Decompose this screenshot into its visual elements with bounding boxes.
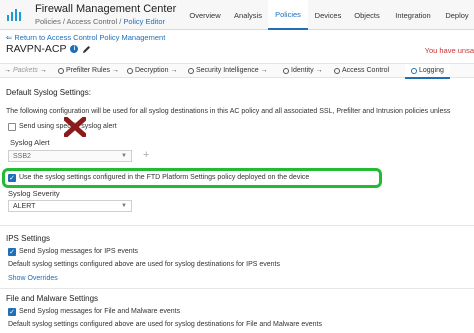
step-identity[interactable]: Identity → [283, 67, 323, 74]
step-decryption-label: Decryption [135, 67, 169, 74]
top-header: Firewall Management Center Policies / Ac… [0, 0, 474, 30]
red-cross-icon [64, 117, 86, 137]
status-circle-icon [127, 67, 133, 74]
file-malware-send-syslog-label: Send Syslog messages for File and Malwar… [19, 308, 181, 315]
syslog-severity-value: ALERT [13, 203, 36, 210]
step-access-control[interactable]: Access Control [334, 67, 389, 74]
nav-overview[interactable]: Overview [183, 0, 227, 30]
back-link-label: Return to Access Control Policy Manageme… [14, 33, 166, 42]
chevron-down-icon: ▼ [121, 153, 127, 159]
edit-pencil-icon[interactable] [82, 45, 91, 54]
status-circle-icon [188, 67, 194, 74]
syslog-alert-value: SSB2 [13, 153, 31, 160]
arrow-icon: → [39, 67, 47, 74]
file-malware-send-syslog-checkbox[interactable]: ✓ [8, 308, 16, 316]
divider [0, 288, 474, 289]
file-malware-title: File and Malware Settings [6, 294, 99, 303]
status-circle-icon [334, 67, 340, 74]
use-ftd-settings-label: Use the syslog settings configured in th… [19, 174, 310, 181]
add-icon[interactable]: + [143, 149, 149, 161]
status-circle-icon [283, 67, 289, 74]
status-circle-icon [411, 67, 417, 74]
file-malware-note: Default syslog settings configured above… [8, 321, 323, 328]
ips-send-syslog-checkbox[interactable]: ✓ [8, 248, 16, 256]
step-packets[interactable]: → Packets → [4, 67, 47, 74]
breadcrumb: Policies / Access Control / Policy Edito… [35, 17, 165, 26]
unsaved-changes-text: You have unsa [424, 46, 474, 55]
arrow-icon: → [315, 67, 323, 74]
step-logging[interactable]: Logging [405, 64, 450, 79]
send-alert-checkbox[interactable] [8, 123, 16, 131]
step-identity-label: Identity [291, 67, 314, 74]
ips-note: Default syslog settings configured above… [8, 261, 280, 268]
breadcrumb-current: Policy Editor [123, 17, 166, 26]
syslog-alert-select[interactable]: SSB2 ▼ [8, 150, 132, 162]
show-overrides-link[interactable]: Show Overrides [8, 275, 58, 282]
step-security-intelligence[interactable]: Security Intelligence → [188, 67, 268, 74]
back-link[interactable]: ⇐ Return to Access Control Policy Manage… [6, 33, 165, 42]
policy-title: RAVPN-ACP i [6, 43, 91, 55]
policy-steps-bar: → Packets → Prefilter Rules → Decryption… [0, 63, 474, 79]
nav-deploy[interactable]: Deploy [440, 0, 474, 30]
step-decryption[interactable]: Decryption → [127, 67, 177, 74]
nav-policies[interactable]: Policies [268, 0, 308, 30]
syslog-severity-select[interactable]: ALERT ▼ [8, 200, 132, 212]
step-access-control-label: Access Control [342, 67, 390, 74]
default-syslog-title: Default Syslog Settings: [6, 88, 91, 97]
step-packets-label: Packets [13, 67, 38, 74]
divider [0, 225, 474, 226]
arrow-icon: → [4, 67, 11, 74]
chevron-down-icon: ▼ [121, 203, 127, 209]
use-ftd-settings-checkbox[interactable]: ✓ [8, 174, 16, 182]
status-circle-icon [58, 67, 64, 74]
arrow-icon: → [111, 67, 119, 74]
policy-name: RAVPN-ACP [6, 43, 67, 55]
nav-analysis[interactable]: Analysis [228, 0, 268, 30]
info-icon[interactable]: i [70, 45, 79, 53]
step-prefilter[interactable]: Prefilter Rules → [58, 67, 119, 74]
syslog-severity-label: Syslog Severity [8, 189, 60, 198]
nav-objects[interactable]: Objects [348, 0, 386, 30]
nav-devices[interactable]: Devices [309, 0, 347, 30]
app-title: Firewall Management Center [35, 3, 177, 15]
arrow-icon: → [260, 67, 268, 74]
ips-send-syslog-label: Send Syslog messages for IPS events [19, 248, 139, 255]
nav-integration[interactable]: Integration [388, 0, 438, 30]
default-syslog-description: The following configuration will be used… [6, 108, 451, 115]
syslog-alert-label: Syslog Alert [10, 138, 50, 147]
step-prefilter-label: Prefilter Rules [66, 67, 110, 74]
step-logging-label: Logging [419, 67, 444, 74]
step-security-intel-label: Security Intelligence [196, 67, 259, 74]
cisco-logo-icon [7, 9, 21, 21]
arrow-icon: → [170, 67, 178, 74]
ips-settings-title: IPS Settings [6, 234, 51, 243]
breadcrumb-prefix[interactable]: Policies / Access Control / [35, 17, 123, 26]
